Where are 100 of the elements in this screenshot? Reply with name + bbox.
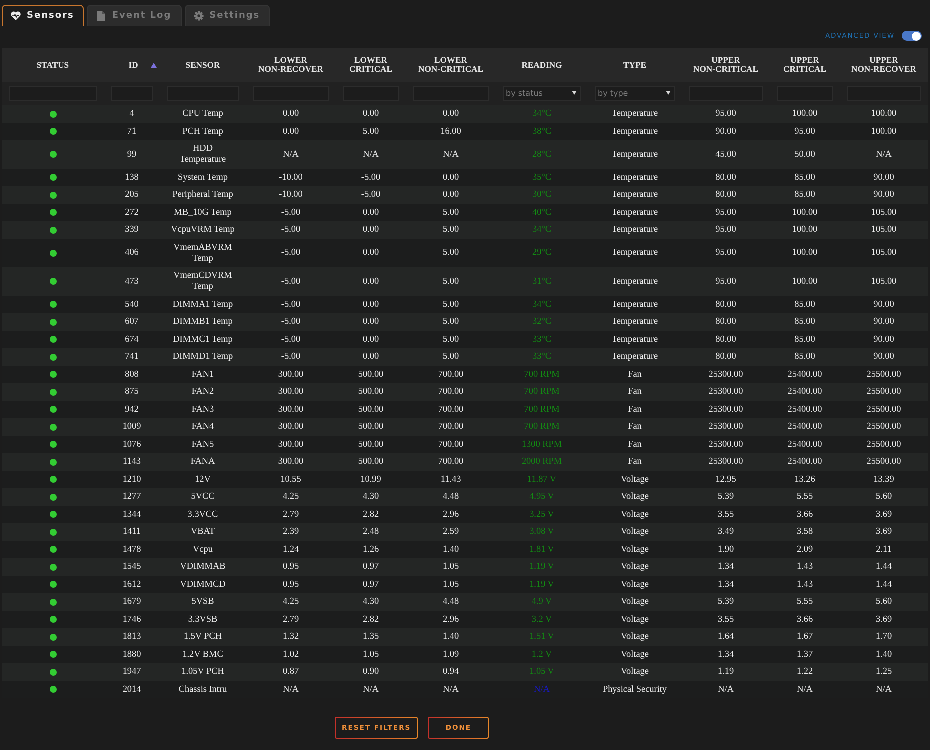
threshold-value: -5.00: [246, 238, 336, 267]
sensor-name: 3.3VSB: [160, 610, 246, 628]
threshold-value: 90.00: [840, 296, 928, 313]
threshold-value: 0.00: [336, 330, 406, 348]
sensor-id: 473: [104, 267, 160, 296]
threshold-value: 25300.00: [682, 436, 770, 453]
threshold-value: 90.00: [840, 186, 928, 204]
sensor-type: Temperature: [588, 204, 682, 221]
threshold-value: 4.48: [406, 593, 496, 610]
threshold-value: 85.00: [770, 330, 840, 348]
threshold-value: 0.00: [336, 221, 406, 238]
sensor-name: 1.5V PCH: [160, 628, 246, 646]
threshold-value: 4.48: [406, 488, 496, 506]
threshold-value: 1.26: [336, 540, 406, 558]
reading-value: 34°C: [496, 296, 588, 313]
reading-value: 1300 RPM: [496, 436, 588, 453]
tab[interactable]: Sensors: [2, 5, 84, 26]
reading-value: 38°C: [496, 122, 588, 140]
sensor-id: 741: [104, 348, 160, 366]
column-header[interactable]: STATUS: [2, 48, 104, 82]
threshold-value: -5.00: [336, 168, 406, 186]
threshold-value: -5.00: [246, 330, 336, 348]
threshold-value: 105.00: [840, 238, 928, 267]
threshold-value: N/A: [336, 140, 406, 168]
reading-value: 2000 RPM: [496, 453, 588, 470]
sensor-type: Voltage: [588, 523, 682, 540]
sensor-type: Temperature: [588, 267, 682, 296]
threshold-value: 4.25: [246, 593, 336, 610]
column-header[interactable]: LOWER NON-RECOVER: [246, 48, 336, 82]
threshold-value: 0.00: [406, 105, 496, 122]
threshold-value: 2.82: [336, 506, 406, 523]
reading-value: 4.9 V: [496, 593, 588, 610]
sensor-type: Voltage: [588, 663, 682, 680]
threshold-value: 2.39: [246, 523, 336, 540]
threshold-value: 3.66: [770, 610, 840, 628]
filter-dropdown[interactable]: by status: [503, 86, 581, 100]
column-header[interactable]: ID: [104, 48, 160, 82]
column-header[interactable]: UPPER NON-CRITICAL: [682, 48, 770, 82]
threshold-value: 105.00: [840, 221, 928, 238]
column-header[interactable]: UPPER CRITICAL: [770, 48, 840, 82]
reading-value: 34°C: [496, 221, 588, 238]
reading-value: 3.25 V: [496, 506, 588, 523]
threshold-value: 85.00: [770, 296, 840, 313]
sensor-type: Temperature: [588, 140, 682, 168]
sensor-type: Temperature: [588, 122, 682, 140]
threshold-value: 300.00: [246, 383, 336, 400]
sensor-type: Voltage: [588, 506, 682, 523]
sensor-name: PCH Temp: [160, 122, 246, 140]
threshold-value: 5.00: [406, 238, 496, 267]
threshold-value: N/A: [246, 680, 336, 698]
threshold-value: 1.34: [682, 646, 770, 663]
threshold-value: -10.00: [246, 186, 336, 204]
heart-pulse-icon: [11, 11, 21, 21]
column-header[interactable]: LOWER CRITICAL: [336, 48, 406, 82]
column-header[interactable]: TYPE: [588, 48, 682, 82]
sensor-type: Voltage: [588, 628, 682, 646]
threshold-value: 1.40: [406, 628, 496, 646]
threshold-value: 0.00: [406, 168, 496, 186]
advanced-view-toggle[interactable]: [902, 31, 922, 41]
threshold-value: 1.05: [406, 576, 496, 593]
threshold-value: 300.00: [246, 453, 336, 470]
sensor-id: 339: [104, 221, 160, 238]
sensor-id: 1277: [104, 488, 160, 506]
sensor-id: 4: [104, 105, 160, 122]
threshold-value: 80.00: [682, 296, 770, 313]
threshold-value: 0.97: [336, 558, 406, 576]
filter-dropdown[interactable]: by type: [595, 86, 675, 100]
threshold-value: 0.00: [246, 122, 336, 140]
threshold-value: -5.00: [336, 186, 406, 204]
reading-value: 40°C: [496, 204, 588, 221]
threshold-value: N/A: [682, 680, 770, 698]
sensor-name: 5VCC: [160, 488, 246, 506]
threshold-value: N/A: [770, 680, 840, 698]
reading-value: 1.51 V: [496, 628, 588, 646]
threshold-value: 5.00: [406, 267, 496, 296]
sensor-name: DIMMC1 Temp: [160, 330, 246, 348]
threshold-value: 2.11: [840, 540, 928, 558]
threshold-value: 25500.00: [840, 400, 928, 418]
threshold-value: 25400.00: [770, 400, 840, 418]
sensor-id: 942: [104, 400, 160, 418]
sensor-name: 1.05V PCH: [160, 663, 246, 680]
threshold-value: 0.95: [246, 576, 336, 593]
sensor-id: 1478: [104, 540, 160, 558]
sensor-id: 1076: [104, 436, 160, 453]
threshold-value: 1.40: [840, 646, 928, 663]
sensor-id: 1210: [104, 470, 160, 488]
column-header[interactable]: SENSOR: [160, 48, 246, 82]
threshold-value: 90.00: [840, 313, 928, 330]
column-header[interactable]: LOWER NON-CRITICAL: [406, 48, 496, 82]
sensor-name: FAN1: [160, 366, 246, 383]
sensor-type: Voltage: [588, 576, 682, 593]
threshold-value: 1.35: [336, 628, 406, 646]
column-header[interactable]: UPPER NON-RECOVER: [840, 48, 928, 82]
threshold-value: 0.00: [336, 313, 406, 330]
threshold-value: 1.43: [770, 558, 840, 576]
threshold-value: 25400.00: [770, 418, 840, 436]
column-header[interactable]: READING: [496, 48, 588, 82]
threshold-value: 25300.00: [682, 366, 770, 383]
sensor-id: 71: [104, 122, 160, 140]
sensor-type: Voltage: [588, 470, 682, 488]
